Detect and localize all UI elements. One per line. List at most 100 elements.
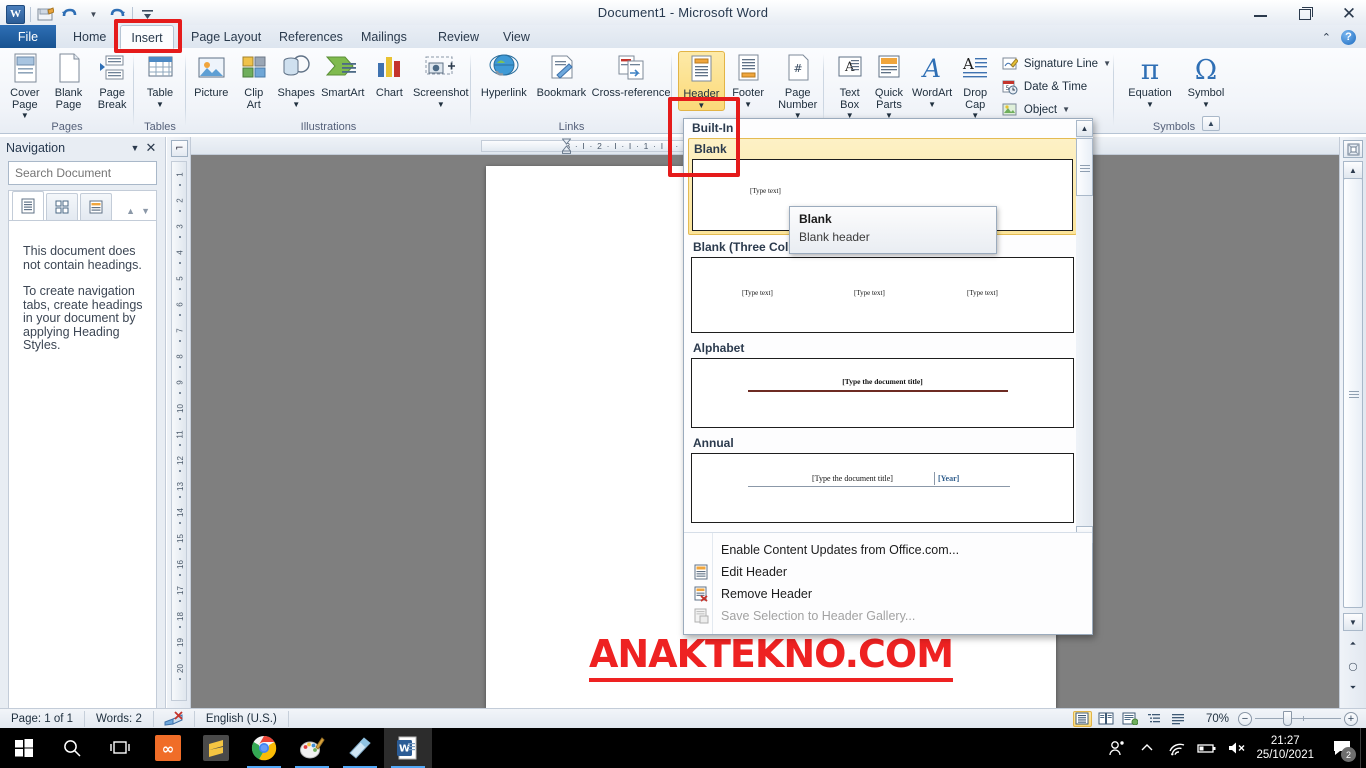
footer-caret-icon[interactable]: ▼ <box>744 100 752 109</box>
navigation-tab-headings[interactable] <box>12 191 44 220</box>
document-vertical-scrollbar[interactable]: ▲ ▼ ⏶ ◯ ⏷ <box>1339 137 1366 708</box>
scroll-up-button[interactable]: ▲ <box>1343 161 1363 179</box>
zoom-level-label[interactable]: 70% <box>1206 713 1229 725</box>
clip-art-button[interactable]: Clip Art <box>232 51 274 111</box>
paint-app-button[interactable] <box>288 728 336 768</box>
chart-button[interactable]: Chart <box>368 51 410 100</box>
menu-item-enable-content-updates[interactable]: Enable Content Updates from Office.com..… <box>684 539 1092 561</box>
tab-page-layout[interactable]: Page Layout <box>180 25 272 49</box>
wordart-caret-icon[interactable]: ▼ <box>928 100 936 109</box>
previous-page-button[interactable]: ⏶ <box>1343 635 1363 653</box>
footer-button[interactable]: Footer ▼ <box>725 51 772 109</box>
previous-result-icon[interactable]: ▲ <box>126 206 135 216</box>
microsoft-word-app-button[interactable]: W <box>384 728 432 768</box>
shapes-caret-icon[interactable]: ▼ <box>292 100 300 109</box>
snipping-tool-app-button[interactable] <box>336 728 384 768</box>
tab-insert[interactable]: Insert <box>120 25 174 49</box>
select-browse-object-button[interactable]: ◯ <box>1343 657 1363 675</box>
restore-button[interactable] <box>1296 5 1314 23</box>
zoom-slider-track[interactable] <box>1255 711 1341 726</box>
picture-button[interactable]: Picture <box>190 51 232 100</box>
hyperlink-button[interactable]: Hyperlink <box>475 51 533 100</box>
zoom-slider-thumb[interactable] <box>1283 711 1292 726</box>
minimize-button[interactable] <box>1252 5 1270 23</box>
search-input[interactable] <box>13 165 172 181</box>
navigation-tab-pages[interactable] <box>46 193 78 220</box>
status-language[interactable]: English (U.S.) <box>195 710 289 727</box>
wifi-icon[interactable] <box>1162 728 1192 768</box>
quick-parts-button[interactable]: Quick Parts ▼ <box>869 51 908 120</box>
cover-page-button[interactable]: Cover Page ▼ <box>3 51 47 120</box>
cover-page-caret-icon[interactable]: ▼ <box>21 112 29 120</box>
people-icon[interactable] <box>1102 728 1132 768</box>
date-time-button[interactable]: 5 Date & Time <box>999 76 1114 97</box>
blank-page-button[interactable]: Blank Page <box>47 51 91 111</box>
tab-mailings[interactable]: Mailings <box>350 25 418 49</box>
draft-view-button[interactable] <box>1169 711 1188 727</box>
page-number-button[interactable]: # Page Number ▼ <box>771 51 824 120</box>
full-screen-reading-view-button[interactable] <box>1097 711 1116 727</box>
zoom-slider[interactable]: − + <box>1238 711 1358 726</box>
print-layout-view-button[interactable] <box>1072 710 1092 727</box>
outline-view-button[interactable] <box>1145 711 1164 727</box>
object-button[interactable]: Object ▼ <box>999 99 1114 120</box>
zoom-out-button[interactable]: − <box>1238 711 1252 726</box>
wordart-button[interactable]: A WordArt ▼ <box>909 51 956 109</box>
xampp-app-button[interactable]: ∞ <box>144 728 192 768</box>
menu-item-remove-header[interactable]: Remove Header <box>684 583 1092 605</box>
drop-cap-button[interactable]: A Drop Cap ▼ <box>956 51 995 120</box>
navigation-pane-close-icon[interactable]: ✕ <box>143 140 159 156</box>
navigation-search-box[interactable]: ▼ <box>8 161 200 185</box>
header-caret-icon[interactable]: ▼ <box>697 101 705 110</box>
tab-view[interactable]: View <box>492 25 541 49</box>
gallery-item-alphabet[interactable]: Alphabet [Type the document title] <box>688 338 1077 431</box>
proofing-errors-icon[interactable] <box>154 710 195 727</box>
cross-reference-button[interactable]: Cross-reference <box>590 51 672 100</box>
action-center-button[interactable]: 2 <box>1324 728 1360 768</box>
tab-selector-button[interactable]: ⌐ <box>171 140 188 157</box>
zoom-in-button[interactable]: + <box>1344 711 1358 726</box>
minimize-ribbon-button[interactable]: ▲ <box>1202 116 1220 131</box>
show-desktop-button[interactable] <box>1360 728 1366 768</box>
scroll-down-button[interactable]: ▼ <box>1343 613 1363 631</box>
search-button[interactable] <box>48 728 96 768</box>
header-gallery-dropdown[interactable]: Built-In Blank [Type text] Blank (Three … <box>683 118 1093 635</box>
status-word-count[interactable]: Words: 2 <box>85 710 154 727</box>
menu-item-edit-header[interactable]: Edit Header <box>684 561 1092 583</box>
status-page-count[interactable]: Page: 1 of 1 <box>0 710 86 727</box>
minimize-ribbon-icon[interactable]: ⌃ <box>1322 31 1331 44</box>
smartart-button[interactable]: SmartArt <box>317 51 368 100</box>
signature-line-caret-icon[interactable]: ▼ <box>1103 59 1111 68</box>
page-break-button[interactable]: Page Break <box>90 51 134 111</box>
bookmark-button[interactable]: Bookmark <box>533 51 591 100</box>
symbol-caret-icon[interactable]: ▼ <box>1202 100 1210 109</box>
tab-file[interactable]: File <box>0 25 56 49</box>
equation-button[interactable]: π Equation ▼ <box>1122 51 1178 109</box>
start-button[interactable] <box>0 728 48 768</box>
navigation-tab-results[interactable] <box>80 193 112 220</box>
table-button[interactable]: Table ▼ <box>134 51 186 109</box>
screenshot-caret-icon[interactable]: ▼ <box>437 100 445 109</box>
tab-review[interactable]: Review <box>427 25 490 49</box>
object-caret-icon[interactable]: ▼ <box>1062 105 1070 114</box>
close-button[interactable]: ✕ <box>1340 5 1358 23</box>
gallery-item-annual[interactable]: Annual [Type the document title] [Year] <box>688 433 1077 526</box>
indent-marker-icon[interactable] <box>561 138 572 154</box>
chevron-up-icon[interactable] <box>1132 728 1162 768</box>
screenshot-button[interactable]: Screenshot ▼ <box>411 51 471 109</box>
navigation-pane-menu-icon[interactable]: ▼ <box>127 140 143 156</box>
google-chrome-app-button[interactable] <box>240 728 288 768</box>
web-layout-view-button[interactable] <box>1121 711 1140 727</box>
tab-home[interactable]: Home <box>62 25 117 49</box>
tab-references[interactable]: References <box>268 25 354 49</box>
symbol-button[interactable]: Ω Symbol ▼ <box>1178 51 1234 109</box>
volume-muted-icon[interactable] <box>1222 728 1252 768</box>
sublime-text-app-button[interactable] <box>192 728 240 768</box>
task-view-button[interactable] <box>96 728 144 768</box>
signature-line-button[interactable]: Signature Line ▼ <box>999 53 1114 74</box>
clock[interactable]: 21:27 25/10/2021 <box>1252 734 1324 762</box>
gallery-scroll-up-button[interactable]: ▲ <box>1076 120 1093 137</box>
scrollbar-thumb[interactable] <box>1343 178 1363 608</box>
next-page-button[interactable]: ⏷ <box>1343 679 1363 697</box>
next-result-icon[interactable]: ▼ <box>141 206 150 216</box>
